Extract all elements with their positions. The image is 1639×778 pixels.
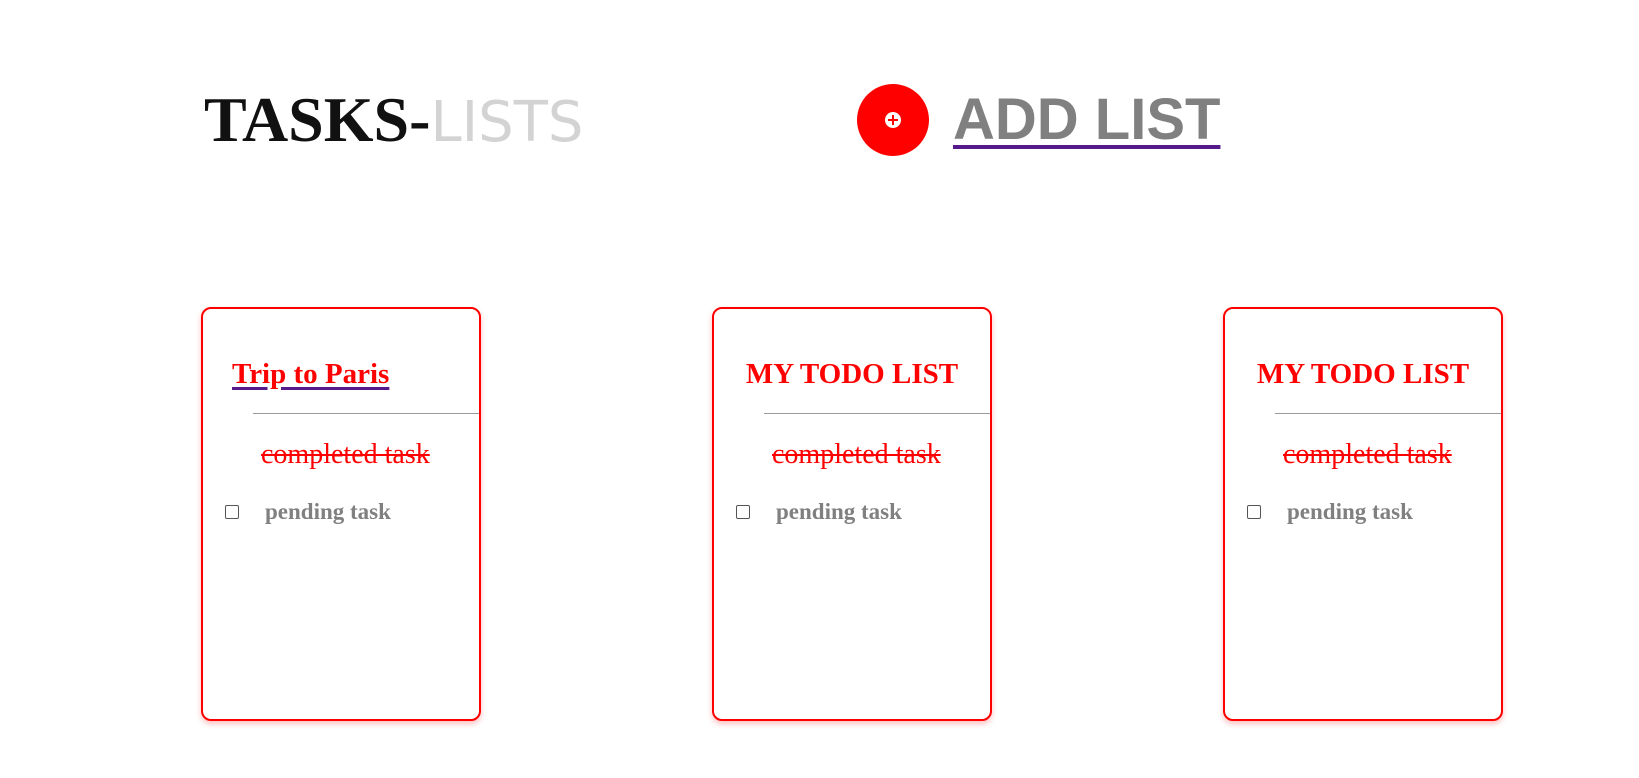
page-title: TASKS-LISTS [204, 88, 583, 152]
add-list-button[interactable]: ADD LIST [857, 84, 1220, 156]
todo-list-card: MY TODO LIST completed task pending task [1223, 307, 1503, 721]
page-title-main: TASKS- [204, 84, 431, 155]
pending-task-checkbox[interactable] [225, 505, 239, 519]
todo-list-card: Trip to Paris completed task pending tas… [201, 307, 481, 721]
pending-task-label: pending task [1287, 499, 1413, 524]
pending-task-row[interactable]: pending task [1247, 499, 1413, 525]
list-title: MY TODO LIST [1256, 358, 1470, 390]
pending-task-label: pending task [265, 499, 391, 524]
list-title: MY TODO LIST [745, 358, 959, 390]
card-divider [1275, 413, 1501, 414]
pending-task-row[interactable]: pending task [736, 499, 902, 525]
completed-task-item[interactable]: completed task [772, 439, 941, 471]
page-title-accent: LISTS [430, 90, 584, 155]
completed-task-item[interactable]: completed task [1283, 439, 1452, 471]
todo-list-card: MY TODO LIST completed task pending task [712, 307, 992, 721]
plus-circle-icon[interactable] [885, 112, 901, 128]
pending-task-checkbox[interactable] [1247, 505, 1261, 519]
card-divider [764, 413, 990, 414]
completed-task-item[interactable]: completed task [261, 439, 430, 471]
pending-task-label: pending task [776, 499, 902, 524]
add-list-circle[interactable] [857, 84, 929, 156]
list-title-link[interactable]: Trip to Paris [232, 358, 389, 391]
pending-task-row[interactable]: pending task [225, 499, 391, 525]
add-list-link[interactable]: ADD LIST [953, 91, 1220, 149]
pending-task-checkbox[interactable] [736, 505, 750, 519]
card-divider [253, 413, 479, 414]
